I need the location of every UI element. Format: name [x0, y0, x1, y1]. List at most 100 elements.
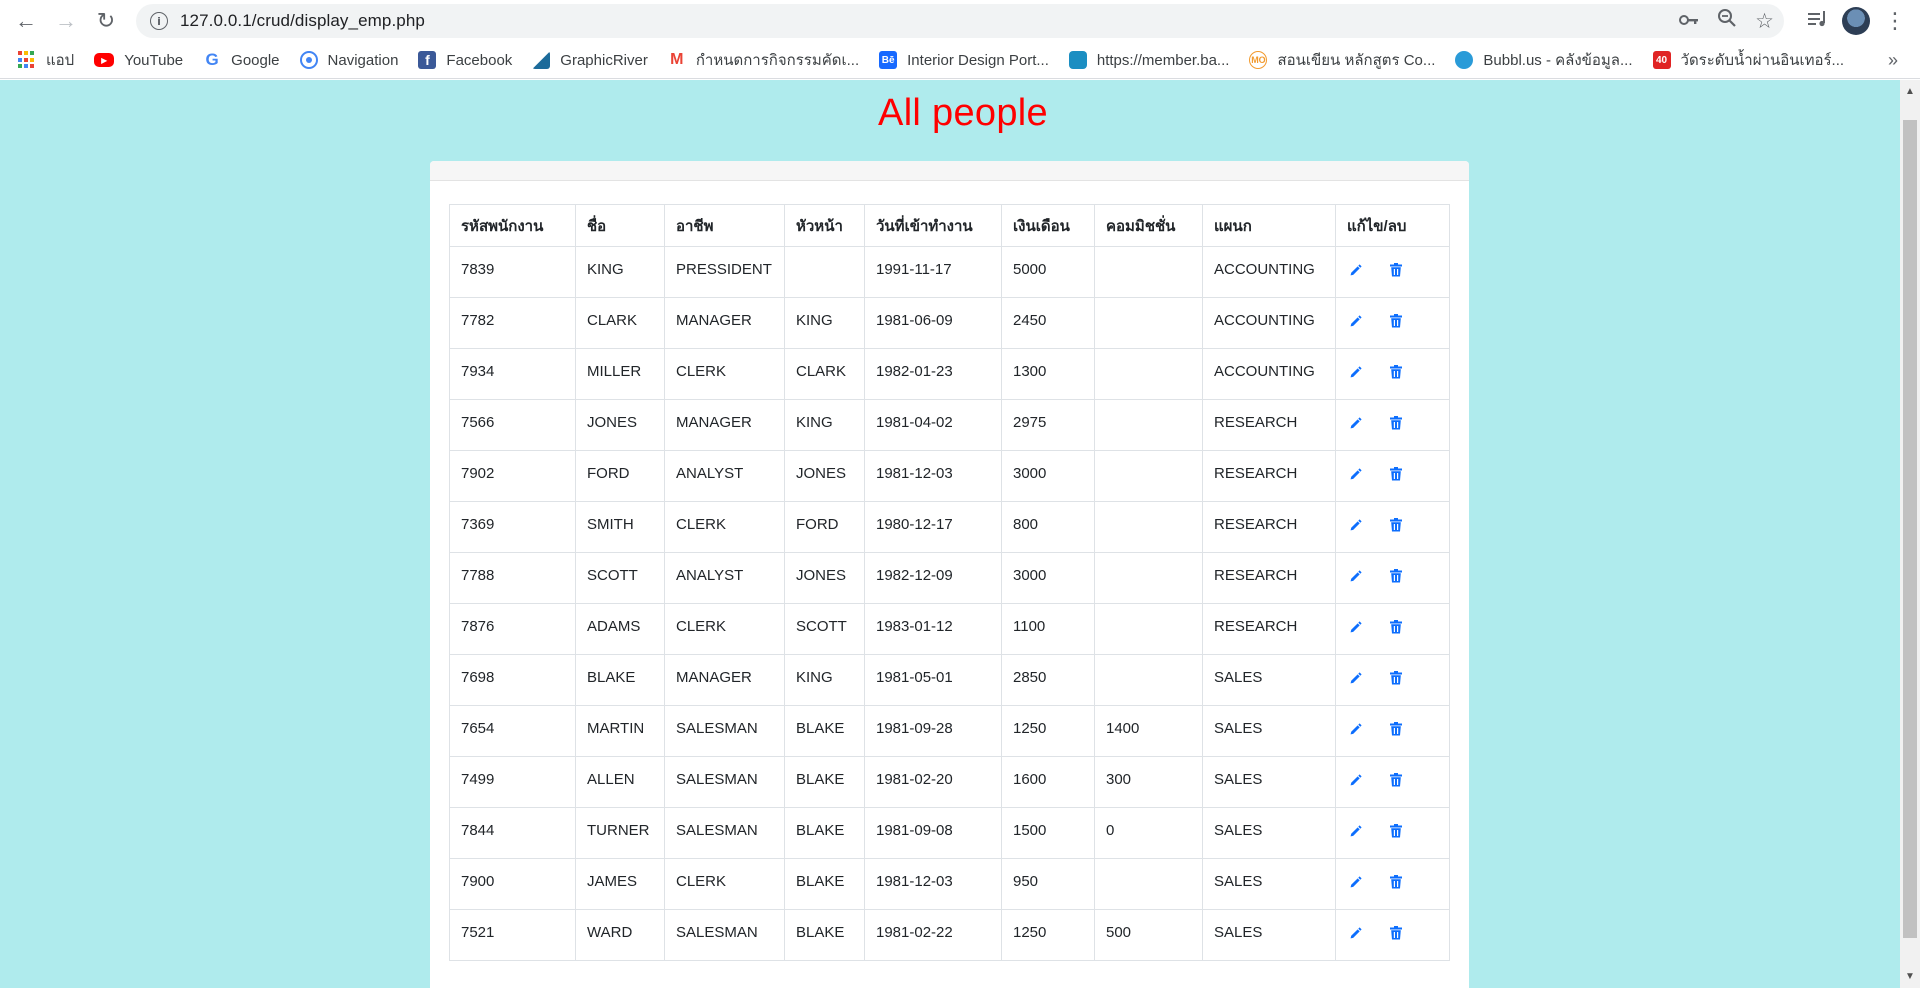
cell-empno: 7902 — [449, 450, 576, 502]
bookmark-graphicriver[interactable]: GraphicRiver — [532, 51, 648, 69]
bookmark-label: YouTube — [124, 51, 184, 69]
site-icon — [1068, 51, 1087, 69]
cell-manager: KING — [784, 399, 865, 451]
cell-manager: BLAKE — [784, 705, 865, 757]
trash-icon[interactable] — [1387, 618, 1405, 636]
bookmark-label: Navigation — [327, 51, 399, 69]
bookmark-label: Google — [231, 51, 280, 69]
scroll-up-arrow-icon[interactable]: ▲ — [1905, 86, 1915, 97]
trash-icon[interactable] — [1387, 822, 1405, 840]
cell-empno: 7876 — [449, 603, 576, 655]
key-icon[interactable] — [1679, 10, 1699, 32]
table-row: 7782 CLARK MANAGER KING 1981-06-09 2450 ACCOUN… — [449, 297, 1450, 349]
scroll-thumb[interactable] — [1903, 120, 1917, 938]
bookmark-navigation[interactable]: Navigation — [299, 51, 399, 69]
pencil-icon[interactable] — [1347, 312, 1365, 330]
cell-empno: 7788 — [449, 552, 576, 604]
forward-arrow-icon[interactable]: → — [46, 1, 86, 41]
trash-icon[interactable] — [1387, 771, 1405, 789]
trash-icon[interactable] — [1387, 363, 1405, 381]
table-row: 7902 FORD ANALYST JONES 1981-12-03 3000 RESEAR… — [449, 450, 1450, 502]
page-viewport: All people รหัสพนักงาน ชื่อ อาชีพ หัวหน้… — [0, 80, 1900, 988]
pencil-icon[interactable] — [1347, 363, 1365, 381]
pencil-icon[interactable] — [1347, 924, 1365, 942]
table-row: 7844 TURNER SALESMAN BLAKE 1981-09-08 1500 0 SA… — [449, 807, 1450, 859]
scroll-down-arrow-icon[interactable]: ▼ — [1905, 971, 1915, 982]
profile-avatar[interactable] — [1842, 7, 1870, 35]
pencil-icon[interactable] — [1347, 873, 1365, 891]
cell-salary: 3000 — [1001, 450, 1095, 502]
bookmark-youtube[interactable]: ▶ YouTube — [94, 52, 183, 69]
pencil-icon[interactable] — [1347, 771, 1365, 789]
cell-job: MANAGER — [664, 399, 785, 451]
address-bar[interactable]: i 127.0.0.1/crud/display_emp.php ☆ — [136, 4, 1784, 38]
cell-job: SALESMAN — [664, 756, 785, 808]
trash-icon[interactable] — [1387, 669, 1405, 687]
cell-department: SALES — [1202, 705, 1336, 757]
cell-hiredate: 1981-02-22 — [864, 909, 1002, 961]
trash-icon[interactable] — [1387, 261, 1405, 279]
star-icon[interactable]: ☆ — [1755, 9, 1774, 34]
reload-icon[interactable]: ↻ — [86, 1, 126, 41]
bookmark-label: GraphicRiver — [560, 51, 648, 69]
bookmark-mo[interactable]: MO สอนเขียน หลักสูตร Co... — [1249, 48, 1435, 72]
employee-table: รหัสพนักงาน ชื่อ อาชีพ หัวหน้า วันที่เข้… — [449, 204, 1450, 961]
pencil-icon[interactable] — [1347, 465, 1365, 483]
col-header-job: อาชีพ — [664, 204, 785, 247]
bookmark-water-level[interactable]: 40 วัดระดับน้ำผ่านอินเทอร์... — [1652, 48, 1845, 72]
cell-actions — [1335, 756, 1450, 808]
bookmark-member[interactable]: https://member.ba... — [1068, 51, 1229, 69]
cell-commission — [1094, 654, 1203, 706]
pencil-icon[interactable] — [1347, 669, 1365, 687]
cell-empno: 7844 — [449, 807, 576, 859]
table-row: 7566 JONES MANAGER KING 1981-04-02 2975 RESEAR… — [449, 399, 1450, 451]
bookmark-facebook[interactable]: f Facebook — [418, 51, 512, 69]
cell-hiredate: 1981-05-01 — [864, 654, 1002, 706]
cell-name: TURNER — [575, 807, 665, 859]
trash-icon[interactable] — [1387, 567, 1405, 585]
url-text[interactable]: 127.0.0.1/crud/display_emp.php — [180, 11, 425, 31]
trash-icon[interactable] — [1387, 873, 1405, 891]
cell-empno: 7839 — [449, 246, 576, 298]
trash-icon[interactable] — [1387, 720, 1405, 738]
cell-salary: 2450 — [1001, 297, 1095, 349]
pencil-icon[interactable] — [1347, 567, 1365, 585]
col-header-department: แผนก — [1202, 204, 1336, 247]
bookmark-label: วัดระดับน้ำผ่านอินเทอร์... — [1680, 52, 1845, 69]
pencil-icon[interactable] — [1347, 516, 1365, 534]
cell-hiredate: 1983-01-12 — [864, 603, 1002, 655]
menu-kebab-icon[interactable]: ⋮ — [1884, 8, 1906, 34]
table-header-row: รหัสพนักงาน ชื่อ อาชีพ หัวหน้า วันที่เข้… — [449, 204, 1450, 247]
bookmarks-overflow-icon[interactable]: » — [1888, 50, 1898, 71]
trash-icon[interactable] — [1387, 414, 1405, 432]
bookmark-gmail[interactable]: M กำหนดการกิจกรรมคัดเ... — [668, 48, 859, 72]
cell-actions — [1335, 297, 1450, 349]
zoom-icon[interactable] — [1717, 8, 1737, 34]
trash-icon[interactable] — [1387, 465, 1405, 483]
back-arrow-icon[interactable]: ← — [6, 1, 46, 41]
bookmark-behance[interactable]: Bē Interior Design Port... — [879, 51, 1049, 69]
cell-actions — [1335, 654, 1450, 706]
trash-icon[interactable] — [1387, 516, 1405, 534]
bookmark-google[interactable]: G Google — [203, 50, 280, 69]
cell-manager: BLAKE — [784, 807, 865, 859]
bookmark-bubbl[interactable]: Bubbl.us - คลังข้อมูล... — [1455, 48, 1633, 72]
cell-department: SALES — [1202, 909, 1336, 961]
cell-salary: 2850 — [1001, 654, 1095, 706]
pencil-icon[interactable] — [1347, 261, 1365, 279]
pencil-icon[interactable] — [1347, 720, 1365, 738]
page-scrollbar[interactable]: ▲ ▼ — [1900, 80, 1920, 988]
reading-list-icon[interactable] — [1808, 10, 1828, 32]
trash-icon[interactable] — [1387, 312, 1405, 330]
pencil-icon[interactable] — [1347, 414, 1365, 432]
cell-name: JONES — [575, 399, 665, 451]
info-icon[interactable]: i — [150, 12, 168, 30]
cell-commission — [1094, 399, 1203, 451]
cell-salary: 800 — [1001, 501, 1095, 553]
trash-icon[interactable] — [1387, 924, 1405, 942]
cell-hiredate: 1981-02-20 — [864, 756, 1002, 808]
bookmark-apps[interactable]: แอป — [18, 48, 74, 72]
cell-job: PRESSIDENT — [664, 246, 785, 298]
pencil-icon[interactable] — [1347, 822, 1365, 840]
pencil-icon[interactable] — [1347, 618, 1365, 636]
